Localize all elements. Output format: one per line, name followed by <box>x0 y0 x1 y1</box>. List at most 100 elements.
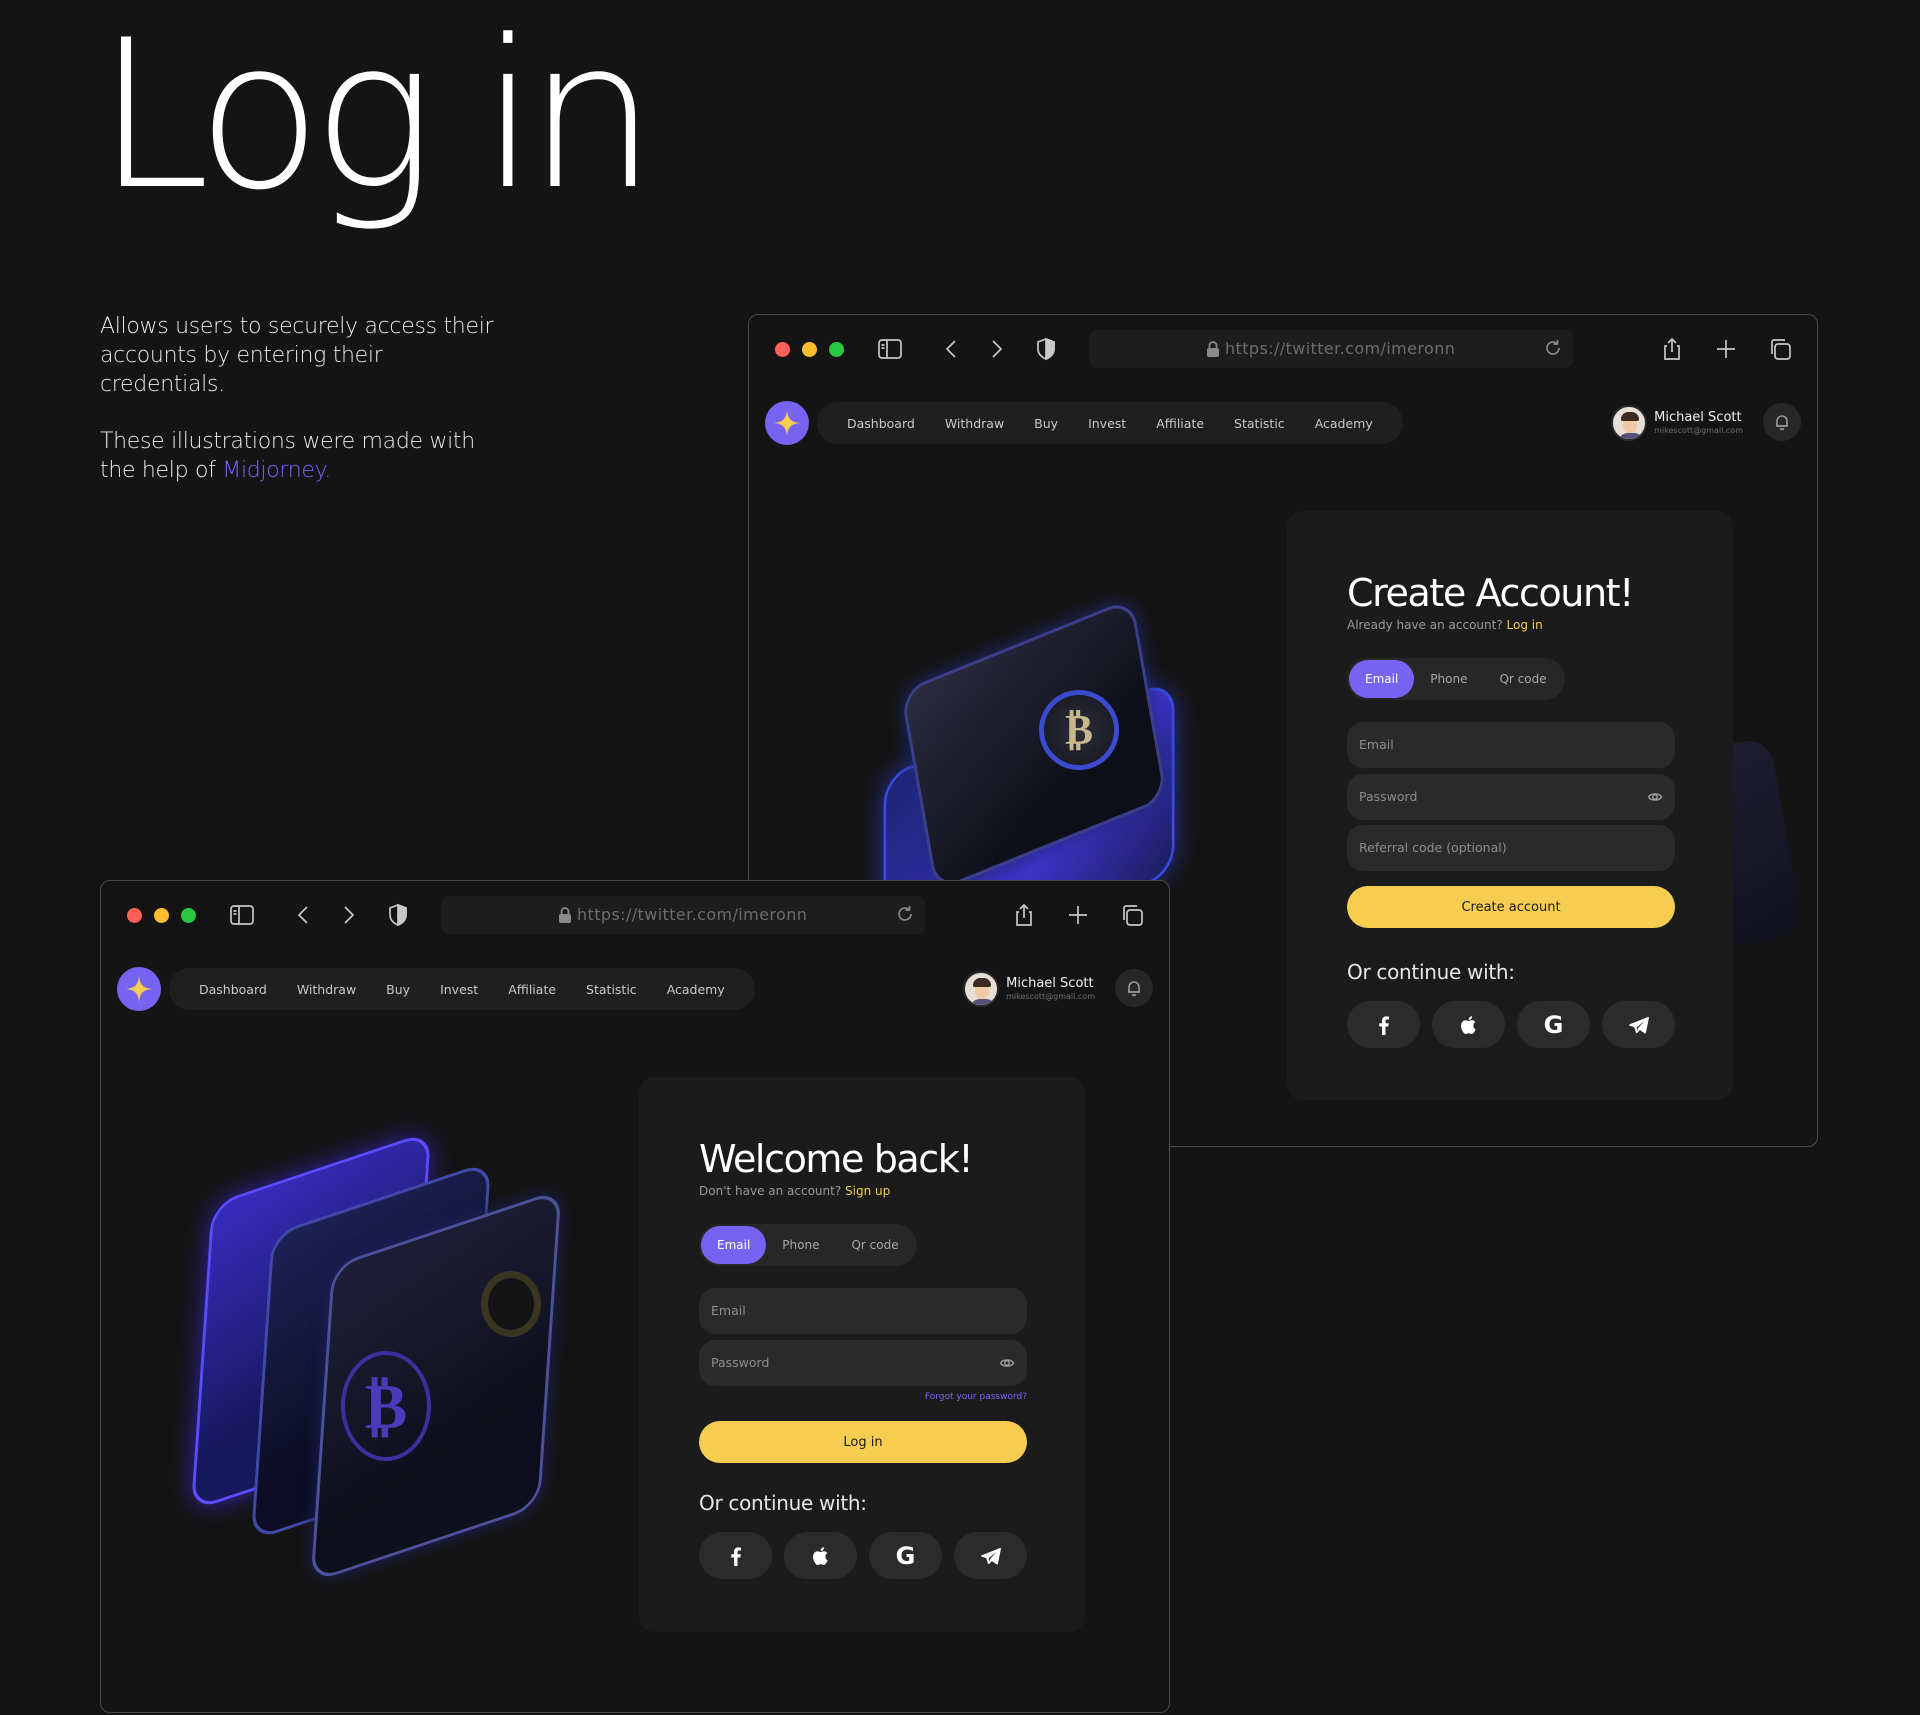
sparkle-logo-icon[interactable] <box>765 401 809 445</box>
bitcoin-engraving-icon: ₿ <box>341 1351 431 1461</box>
nav-item-withdraw[interactable]: Withdraw <box>930 416 1019 431</box>
close-window-button[interactable] <box>775 342 790 357</box>
sign-up-link[interactable]: Sign up <box>845 1184 890 1198</box>
sidebar-toggle-icon[interactable] <box>225 898 259 932</box>
log-in-button[interactable]: Log in <box>699 1421 1027 1463</box>
google-login-button[interactable]: G <box>1517 1001 1590 1048</box>
wallet-illustration: ₿ <box>839 597 1219 966</box>
notification-bell-icon[interactable] <box>1763 403 1801 441</box>
forward-icon[interactable] <box>331 898 365 932</box>
user-profile[interactable]: Michael Scott mikescott@gmail.com <box>1611 403 1743 443</box>
tab-email[interactable]: Email <box>701 1226 767 1264</box>
nav-item-academy[interactable]: Academy <box>652 982 740 997</box>
tab-qr-code[interactable]: Qr code <box>835 1226 914 1264</box>
apple-login-button[interactable] <box>784 1532 857 1579</box>
back-icon[interactable] <box>287 898 321 932</box>
maximize-window-button[interactable] <box>181 908 196 923</box>
notification-bell-icon[interactable] <box>1115 969 1153 1007</box>
subtitle-text: Don't have an account? <box>699 1184 842 1198</box>
auth-method-tabs: Email Phone Qr code <box>1347 658 1565 700</box>
password-placeholder: Password <box>711 1355 770 1370</box>
new-tab-icon[interactable] <box>1709 332 1743 366</box>
close-window-button[interactable] <box>127 908 142 923</box>
maximize-window-button[interactable] <box>829 342 844 357</box>
nav-item-buy[interactable]: Buy <box>1019 416 1073 431</box>
intro-credit: These illustrations were made with the h… <box>100 427 500 485</box>
url-bar[interactable]: https://twitter.com/imeronn <box>1089 330 1573 368</box>
facebook-icon <box>730 1546 741 1566</box>
midjourney-link[interactable]: Midjorney. <box>222 458 331 483</box>
user-profile[interactable]: Michael Scott mikescott@gmail.com <box>963 969 1095 1009</box>
reload-icon[interactable] <box>895 904 917 926</box>
social-login-row: G <box>699 1532 1027 1579</box>
nav-item-academy[interactable]: Academy <box>1300 416 1388 431</box>
nav-item-affiliate[interactable]: Affiliate <box>493 982 571 997</box>
nav-item-invest[interactable]: Invest <box>425 982 493 997</box>
or-continue-label: Or continue with: <box>699 1491 867 1515</box>
shield-icon[interactable] <box>1029 332 1063 366</box>
tab-email[interactable]: Email <box>1349 660 1415 698</box>
google-login-button[interactable]: G <box>869 1532 942 1579</box>
referral-code-field[interactable]: Referral code (optional) <box>1347 825 1675 871</box>
telegram-login-button[interactable] <box>1602 1001 1675 1048</box>
nav-item-invest[interactable]: Invest <box>1073 416 1141 431</box>
google-icon: G <box>1543 1010 1564 1039</box>
email-placeholder: Email <box>711 1303 746 1318</box>
social-login-row: G <box>1347 1001 1675 1048</box>
tab-qr-code[interactable]: Qr code <box>1483 660 1562 698</box>
password-field[interactable]: Password <box>1347 774 1675 820</box>
user-name: Michael Scott <box>1006 976 1094 991</box>
eye-icon[interactable] <box>999 1355 1015 1371</box>
eye-icon[interactable] <box>1647 789 1663 805</box>
facebook-login-button[interactable] <box>1347 1001 1420 1048</box>
lock-icon <box>1203 339 1223 359</box>
create-account-button[interactable]: Create account <box>1347 886 1675 928</box>
share-icon[interactable] <box>1007 898 1041 932</box>
or-continue-label: Or continue with: <box>1347 960 1515 984</box>
email-field[interactable]: Email <box>1347 722 1675 768</box>
facebook-login-button[interactable] <box>699 1532 772 1579</box>
sparkle-logo-icon[interactable] <box>117 967 161 1011</box>
tab-phone[interactable]: Phone <box>766 1226 835 1264</box>
telegram-icon <box>980 1547 1001 1564</box>
password-field[interactable]: Password <box>699 1340 1027 1386</box>
new-tab-icon[interactable] <box>1061 898 1095 932</box>
url-bar[interactable]: https://twitter.com/imeronn <box>441 896 925 934</box>
intro-text: Allows users to securely access their ac… <box>100 312 500 513</box>
gold-coin-icon <box>481 1271 541 1337</box>
tabs-overview-icon[interactable] <box>1763 332 1797 366</box>
url-text: https://twitter.com/imeronn <box>577 905 808 924</box>
forward-icon[interactable] <box>979 332 1013 366</box>
intro-description: Allows users to securely access their ac… <box>100 314 494 397</box>
forgot-password-link[interactable]: Forgot your password? <box>925 1392 1027 1402</box>
tab-phone[interactable]: Phone <box>1414 660 1483 698</box>
user-email: mikescott@gmail.com <box>1006 992 1095 1001</box>
login-link[interactable]: Log in <box>1507 618 1543 632</box>
url-text: https://twitter.com/imeronn <box>1225 339 1456 358</box>
share-icon[interactable] <box>1655 332 1689 366</box>
facebook-icon <box>1378 1015 1389 1035</box>
sidebar-toggle-icon[interactable] <box>873 332 907 366</box>
reload-icon[interactable] <box>1543 338 1565 360</box>
minimize-window-button[interactable] <box>802 342 817 357</box>
shield-icon[interactable] <box>381 898 415 932</box>
nav-item-affiliate[interactable]: Affiliate <box>1141 416 1219 431</box>
apple-login-button[interactable] <box>1432 1001 1505 1048</box>
telegram-login-button[interactable] <box>954 1532 1027 1579</box>
nav-item-statistic[interactable]: Statistic <box>1219 416 1300 431</box>
email-field[interactable]: Email <box>699 1288 1027 1334</box>
tabs-overview-icon[interactable] <box>1115 898 1149 932</box>
nav-item-dashboard[interactable]: Dashboard <box>184 982 282 997</box>
nav-item-withdraw[interactable]: Withdraw <box>282 982 371 997</box>
nav-item-statistic[interactable]: Statistic <box>571 982 652 997</box>
form-subtitle: Already have an account? Log in <box>1347 618 1543 632</box>
signup-form-card: Create Account! Already have an account?… <box>1287 511 1733 1100</box>
nav-item-dashboard[interactable]: Dashboard <box>832 416 930 431</box>
telegram-icon <box>1628 1016 1649 1033</box>
nav-item-buy[interactable]: Buy <box>371 982 425 997</box>
password-placeholder: Password <box>1359 789 1418 804</box>
bitcoin-coin-icon: ₿ <box>1039 690 1119 770</box>
back-icon[interactable] <box>935 332 969 366</box>
email-placeholder: Email <box>1359 737 1394 752</box>
minimize-window-button[interactable] <box>154 908 169 923</box>
